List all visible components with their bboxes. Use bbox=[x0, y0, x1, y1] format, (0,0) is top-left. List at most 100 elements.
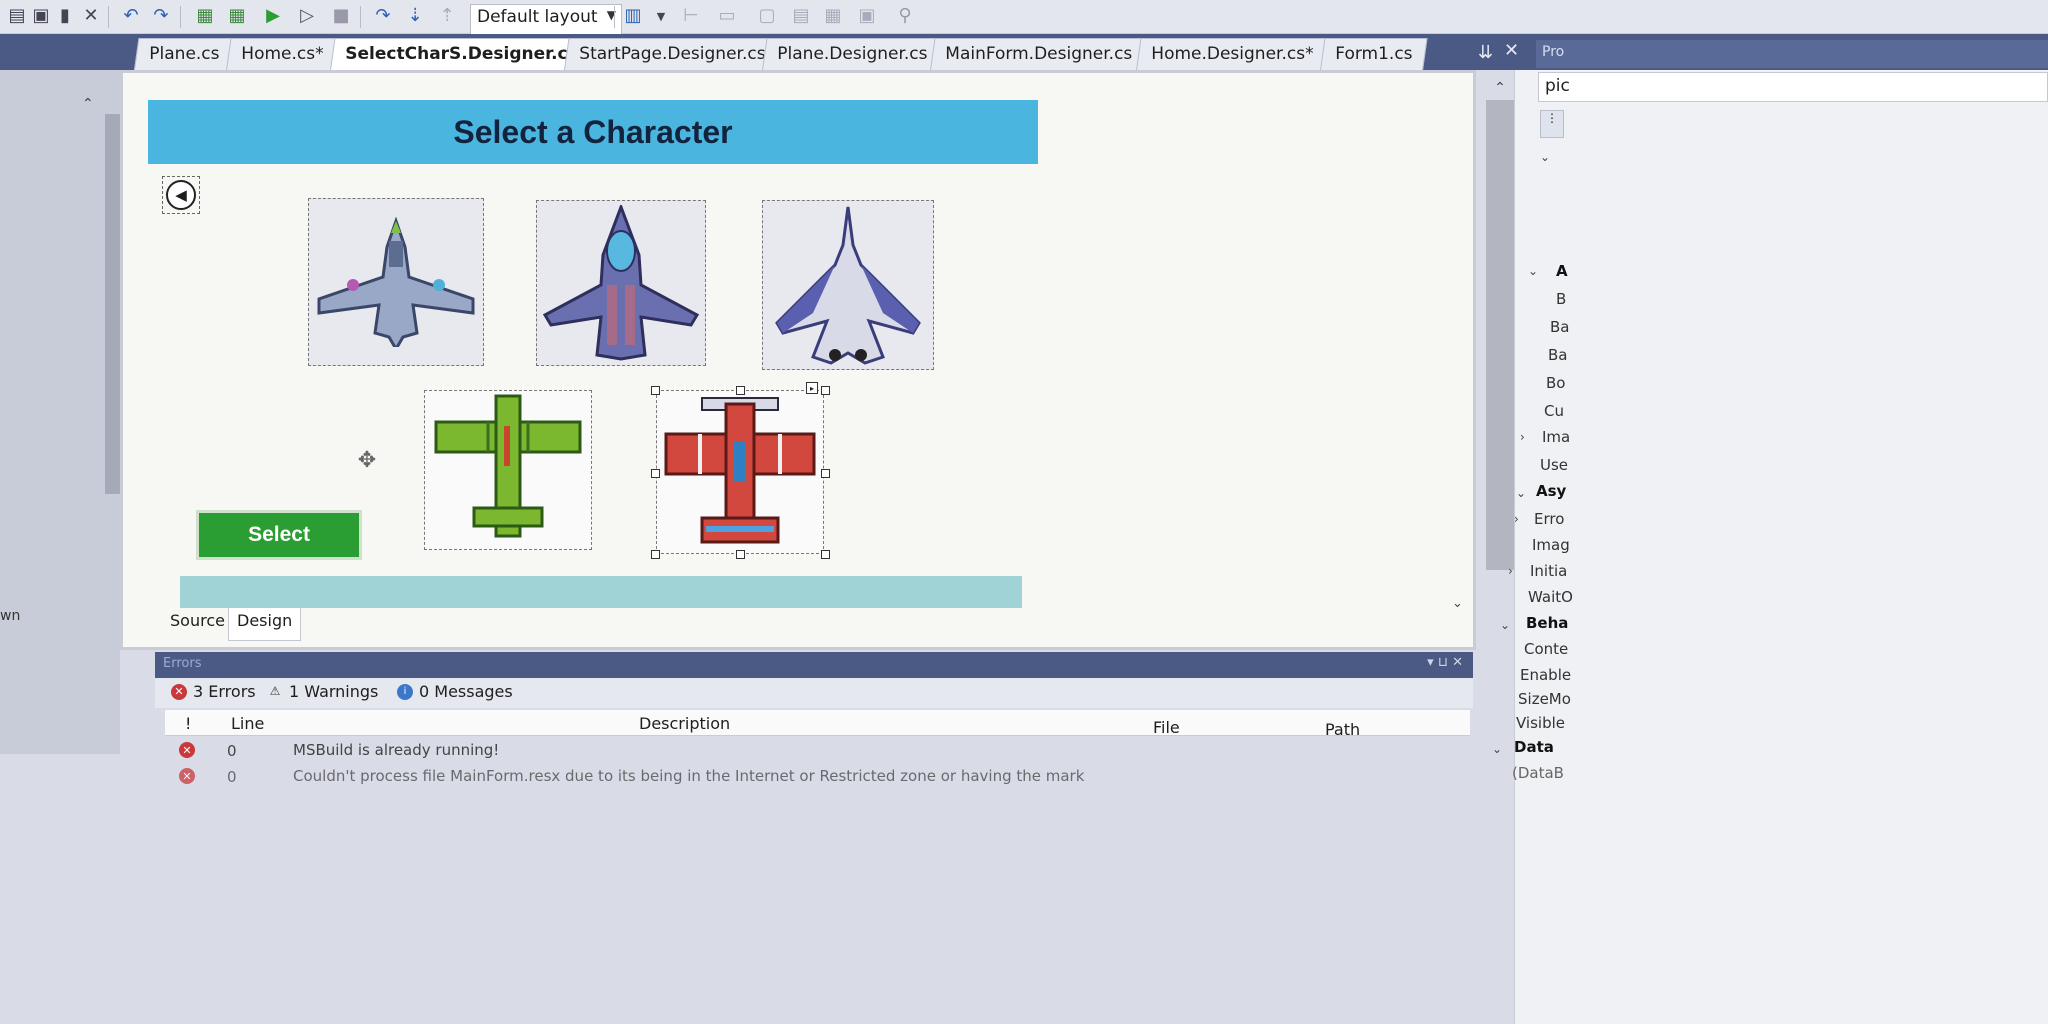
size-icon[interactable]: ▢ bbox=[756, 5, 778, 27]
column-flag[interactable]: ! bbox=[185, 714, 191, 733]
properties-search-input[interactable]: pic bbox=[1538, 72, 2048, 102]
vertical-scrollbar[interactable] bbox=[1486, 100, 1514, 570]
categorized-icon[interactable]: ⋮ bbox=[1540, 110, 1564, 138]
property-category[interactable]: Asy bbox=[1536, 482, 1566, 500]
property-row[interactable]: Imag bbox=[1532, 536, 1570, 554]
property-row[interactable]: Enable bbox=[1520, 666, 1571, 684]
spacing-icon[interactable]: ▤ bbox=[790, 5, 812, 27]
property-row[interactable]: SizeMo bbox=[1518, 690, 1571, 708]
align-left-icon[interactable]: ⊢ bbox=[680, 5, 702, 27]
redo-icon[interactable]: ↷ bbox=[150, 5, 172, 27]
smart-tag-icon[interactable]: ▸ bbox=[806, 382, 818, 394]
plane-picturebox-2[interactable] bbox=[536, 200, 706, 366]
build-icon[interactable]: ▦ bbox=[194, 5, 216, 27]
align-center-icon[interactable]: ▭ bbox=[716, 5, 738, 27]
scroll-up-icon[interactable]: ⌃ bbox=[82, 96, 94, 112]
title-label[interactable]: Select a Character bbox=[148, 100, 1038, 164]
property-row[interactable]: Bo bbox=[1546, 374, 1565, 392]
step-into-icon[interactable]: ⇣ bbox=[404, 5, 426, 27]
chevron-right-icon[interactable]: › bbox=[1514, 512, 1519, 526]
left-scrollbar[interactable] bbox=[105, 114, 121, 494]
run-without-debug-icon[interactable]: ▷ bbox=[296, 5, 318, 27]
plane-picturebox-4[interactable] bbox=[424, 390, 592, 550]
order-icon[interactable]: ▣ bbox=[856, 5, 878, 27]
step-out-icon[interactable]: ⇡ bbox=[436, 5, 458, 27]
resize-handle[interactable] bbox=[821, 550, 830, 559]
scroll-down-icon[interactable]: ⌄ bbox=[1452, 596, 1463, 611]
resize-handle[interactable] bbox=[821, 469, 830, 478]
tab-home-designer[interactable]: Home.Designer.cs* bbox=[1135, 38, 1329, 74]
property-row[interactable]: Conte bbox=[1524, 640, 1568, 658]
chevron-right-icon[interactable]: › bbox=[1520, 430, 1525, 444]
property-row[interactable]: B bbox=[1556, 290, 1566, 308]
property-row[interactable]: Ima bbox=[1542, 428, 1570, 446]
property-row[interactable]: WaitO bbox=[1528, 588, 1573, 606]
resize-handle[interactable] bbox=[651, 550, 660, 559]
chevron-down-icon[interactable]: ⌄ bbox=[1528, 264, 1538, 278]
property-row[interactable]: Use bbox=[1540, 456, 1568, 474]
file-icon[interactable]: ▮ bbox=[54, 5, 76, 27]
resize-handle[interactable] bbox=[651, 386, 660, 395]
footer-panel[interactable] bbox=[180, 576, 1022, 608]
column-description[interactable]: Description bbox=[639, 714, 730, 733]
resize-handle[interactable] bbox=[736, 386, 745, 395]
resize-handle[interactable] bbox=[651, 469, 660, 478]
tab-home-cs[interactable]: Home.cs* bbox=[225, 38, 339, 74]
tab-overflow-icon[interactable]: ⇊ bbox=[1478, 42, 1493, 63]
tab-startpage-designer[interactable]: StartPage.Designer.cs bbox=[563, 38, 781, 74]
resize-handle[interactable] bbox=[736, 550, 745, 559]
close-icon[interactable]: ✕ bbox=[80, 5, 102, 27]
chevron-right-icon[interactable]: › bbox=[1508, 564, 1513, 578]
property-row[interactable]: Cu bbox=[1544, 402, 1564, 420]
plane-picturebox-5-selected[interactable] bbox=[656, 390, 824, 554]
stop-icon[interactable]: ■ bbox=[330, 5, 352, 27]
chevron-down-icon[interactable]: ⌄ bbox=[1516, 486, 1526, 500]
tab-mainform-designer[interactable]: MainForm.Designer.cs bbox=[929, 38, 1148, 74]
select-button[interactable]: Select bbox=[196, 510, 362, 560]
find-icon[interactable]: ⚲ bbox=[894, 5, 916, 27]
tab-plane-cs[interactable]: Plane.cs bbox=[133, 38, 235, 74]
tab-selectchars-designer[interactable]: SelectCharS.Designer.cs bbox=[329, 38, 594, 74]
property-category[interactable]: A bbox=[1556, 262, 1568, 280]
chevron-down-icon[interactable]: ⌄ bbox=[1540, 150, 1550, 164]
tab-design[interactable]: Design bbox=[228, 608, 302, 641]
layout-dropdown[interactable]: Default layout ▼ bbox=[470, 4, 622, 36]
property-row[interactable]: Ba bbox=[1550, 318, 1569, 336]
error-row[interactable]: ✕ 0 MSBuild is already running! bbox=[165, 738, 1470, 764]
property-category[interactable]: Data bbox=[1514, 738, 1554, 756]
errors-filter-button[interactable]: ✕ 3 Errors bbox=[171, 682, 256, 701]
property-row[interactable]: Initia bbox=[1530, 562, 1567, 580]
save-icon[interactable]: ▣ bbox=[30, 5, 52, 27]
plane-picturebox-3[interactable] bbox=[762, 200, 934, 370]
column-path[interactable]: Path bbox=[1325, 720, 1360, 739]
chevron-down-icon[interactable]: ⌄ bbox=[1500, 618, 1510, 632]
grid-icon[interactable]: ▦ bbox=[822, 5, 844, 27]
column-line[interactable]: Line bbox=[231, 714, 264, 733]
tab-form1-cs[interactable]: Form1.cs bbox=[1319, 38, 1428, 74]
close-icon[interactable]: ✕ bbox=[1504, 40, 1519, 61]
chevron-down-icon[interactable]: ▼ bbox=[650, 5, 672, 27]
undo-icon[interactable]: ↶ bbox=[120, 5, 142, 27]
step-over-icon[interactable]: ↷ bbox=[372, 5, 394, 27]
scroll-up-icon[interactable]: ⌃ bbox=[1488, 80, 1512, 98]
property-row[interactable]: Visible bbox=[1516, 714, 1565, 732]
chevron-down-icon[interactable]: ⌄ bbox=[1492, 742, 1502, 756]
property-category[interactable]: Beha bbox=[1526, 614, 1568, 632]
window-layout-icon[interactable]: ▥ bbox=[622, 5, 644, 27]
resize-handle[interactable] bbox=[821, 386, 830, 395]
property-row[interactable]: Ba bbox=[1548, 346, 1567, 364]
property-row[interactable]: (DataB bbox=[1512, 764, 1564, 782]
tab-plane-designer[interactable]: Plane.Designer.cs bbox=[761, 38, 943, 74]
back-button[interactable]: ◀ bbox=[162, 176, 200, 214]
column-file[interactable]: File bbox=[1153, 718, 1180, 737]
error-row[interactable]: ✕ 0 Couldn't process file MainForm.resx … bbox=[165, 764, 1470, 786]
new-file-icon[interactable]: ▤ bbox=[6, 5, 28, 27]
property-row[interactable]: Erro bbox=[1534, 510, 1564, 528]
tab-source[interactable]: Source bbox=[162, 608, 233, 640]
close-icon[interactable]: ▾ ⊔ ✕ bbox=[1427, 655, 1463, 670]
warnings-filter-button[interactable]: ⚠ 1 Warnings bbox=[267, 682, 379, 701]
messages-filter-button[interactable]: i 0 Messages bbox=[397, 682, 513, 701]
rebuild-icon[interactable]: ▦ bbox=[226, 5, 248, 27]
run-icon[interactable]: ▶ bbox=[262, 5, 284, 27]
plane-picturebox-1[interactable] bbox=[308, 198, 484, 366]
